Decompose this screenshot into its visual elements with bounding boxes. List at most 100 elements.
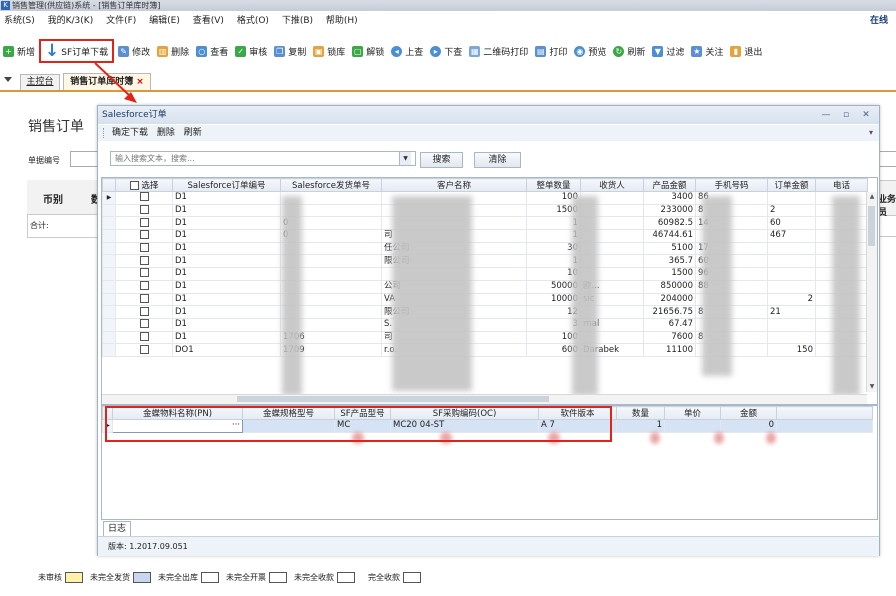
lookup-down-button[interactable]: ▸ 下查 xyxy=(427,40,465,62)
star-icon: ★ xyxy=(691,45,703,57)
edit-button[interactable]: ✎ 修改 xyxy=(115,40,153,62)
minimize-icon[interactable]: — xyxy=(819,106,833,124)
online-label[interactable]: 在线 xyxy=(870,13,888,30)
dialog-delete-button[interactable]: 删除 xyxy=(157,128,175,138)
row-checkbox[interactable] xyxy=(139,230,149,240)
window-title: 销售管理(供应链)系统 - [销售订单库时簿] xyxy=(12,1,161,10)
row-checkbox[interactable] xyxy=(139,255,149,265)
chevron-down-icon[interactable]: ▾ xyxy=(869,125,873,141)
lookup-up-button[interactable]: ◂ 上查 xyxy=(388,40,426,62)
search-input[interactable] xyxy=(110,151,416,166)
table-row[interactable]: D11706司10076008 xyxy=(102,330,868,345)
clear-button[interactable]: 清除 xyxy=(474,152,521,168)
row-checkbox[interactable] xyxy=(139,192,149,202)
unlock-icon: ▢ xyxy=(352,45,364,57)
refresh-button[interactable]: ↻ 刷新 xyxy=(610,40,648,62)
close-icon[interactable]: ✕ xyxy=(859,106,873,124)
col-select[interactable]: 选择 xyxy=(115,178,173,192)
table-row[interactable]: D1限公司1221656.75821 xyxy=(102,305,868,319)
col-mobile[interactable]: 手机号码 xyxy=(695,178,768,192)
legend-label: 未审核 xyxy=(38,573,62,582)
row-checkbox[interactable] xyxy=(139,268,149,278)
table-row[interactable]: DO11709r.o.600Darabek11100150 xyxy=(102,343,868,357)
scroll-up-icon[interactable]: ▲ xyxy=(867,192,877,202)
row-checkbox[interactable] xyxy=(139,306,149,316)
col-quantity[interactable]: 数量 xyxy=(616,406,665,420)
table-row[interactable]: D1限公司1365.760 xyxy=(102,254,868,269)
lock-button[interactable]: ▣ 锁库 xyxy=(310,40,348,62)
dialog-menu-bar: 确定下载 删除 刷新 ▾ xyxy=(98,125,879,141)
col-product-amount[interactable]: 产品金额 xyxy=(643,178,696,192)
menu-help[interactable]: 帮助(H) xyxy=(326,16,358,26)
menu-push[interactable]: 下推(B) xyxy=(282,16,313,26)
col-total-qty[interactable]: 整单数量 xyxy=(526,178,581,192)
tab-dropdown-icon[interactable] xyxy=(4,77,12,82)
tab-main-console[interactable]: 主控台 xyxy=(20,74,60,90)
new-button[interactable]: + 新增 xyxy=(0,40,38,62)
table-row[interactable]: D110150096 xyxy=(102,267,868,281)
menu-edit[interactable]: 编辑(E) xyxy=(149,16,180,26)
menu-format[interactable]: 格式(O) xyxy=(237,16,269,26)
maximize-icon[interactable]: ▫ xyxy=(839,106,853,124)
redaction-blur xyxy=(650,432,660,444)
menu-system[interactable]: 系统(S) xyxy=(4,16,35,26)
col-customer-name[interactable]: 客户名称 xyxy=(381,178,527,192)
table-row[interactable]: D10司146744.61467 xyxy=(102,229,868,243)
select-all-checkbox[interactable] xyxy=(129,181,139,190)
tab-sales-order-list[interactable]: 销售订单库时簿 × xyxy=(63,73,151,90)
col-sf-ship-no[interactable]: Salesforce发货单号 xyxy=(280,178,382,192)
delete-button[interactable]: ▥ 删除 xyxy=(154,40,192,62)
col-sf-order-no[interactable]: Salesforce订单编号 xyxy=(172,178,281,192)
table-row[interactable]: D10160982.51460 xyxy=(102,216,868,231)
audit-button[interactable]: ✓ 审核 xyxy=(232,40,270,62)
search-button[interactable]: 搜索 xyxy=(420,152,463,168)
row-checkbox[interactable] xyxy=(139,344,149,354)
grid-horizontal-scrollbar[interactable] xyxy=(102,394,867,404)
row-checkbox[interactable] xyxy=(139,293,149,303)
view-button[interactable]: ○ 查看 xyxy=(193,40,231,62)
search-dropdown-icon[interactable]: ▼ xyxy=(399,152,411,165)
grid-vertical-scrollbar[interactable]: ▲ ▼ xyxy=(866,192,877,392)
col-order-amount[interactable]: 订单金额 xyxy=(767,178,816,192)
table-row[interactable]: D1公司50000欧...85000088 xyxy=(102,279,868,294)
unlock-button[interactable]: ▢ 解锁 xyxy=(349,40,387,62)
table-row[interactable]: D1 1500 233000 8 2 xyxy=(102,203,868,218)
scroll-down-icon[interactable]: ▼ xyxy=(867,382,877,392)
menu-view[interactable]: 查看(V) xyxy=(193,16,224,26)
col-phone[interactable]: 电话 xyxy=(815,178,868,192)
menu-mykis[interactable]: 我的K/3(K) xyxy=(48,16,94,26)
exit-button[interactable]: ▮ 退出 xyxy=(727,40,765,62)
filter-button[interactable]: ▼ 过滤 xyxy=(649,40,687,62)
menu-file[interactable]: 文件(F) xyxy=(106,16,136,26)
legend-swatch xyxy=(133,572,151,583)
redaction-blur xyxy=(766,432,776,444)
table-row[interactable]: D1VA10000sic2040002 xyxy=(102,292,868,307)
table-row[interactable]: ▶D1100340086 xyxy=(102,191,868,205)
row-checkbox[interactable] xyxy=(139,217,149,227)
log-tab[interactable]: 日志 xyxy=(103,521,131,536)
doc-number-input[interactable] xyxy=(70,151,100,167)
row-checkbox[interactable] xyxy=(139,281,149,291)
qr-print-button[interactable]: ▦ 二维码打印 xyxy=(466,40,531,62)
dialog-title-bar[interactable]: Salesforce订单 — ▫ ✕ xyxy=(98,106,879,124)
col-amount[interactable]: 金额 xyxy=(720,406,777,420)
preview-button[interactable]: ◉ 预览 xyxy=(571,40,609,62)
h-scroll-thumb[interactable] xyxy=(237,396,549,402)
row-checkbox[interactable] xyxy=(139,205,149,215)
table-row[interactable]: D1S.3rnal67.47 xyxy=(102,317,868,332)
print-button[interactable]: ▤ 打印 xyxy=(532,40,570,62)
follow-button[interactable]: ★ 关注 xyxy=(688,40,726,62)
confirm-download-button[interactable]: 确定下载 xyxy=(112,128,148,138)
row-checkbox[interactable] xyxy=(139,319,149,329)
row-checkbox[interactable] xyxy=(139,243,149,253)
row-checkbox[interactable] xyxy=(139,332,149,341)
col-receiver[interactable]: 收货人 xyxy=(580,178,644,192)
sf-download-button[interactable]: ↓ SF订单下载 xyxy=(39,39,115,63)
table-row[interactable]: D1任公司30510017 xyxy=(102,241,868,256)
close-tab-icon[interactable]: × xyxy=(136,77,144,87)
col-unit-price[interactable]: 单价 xyxy=(664,406,721,420)
copy-button[interactable]: ❐ 复制 xyxy=(271,40,309,62)
dialog-refresh-button[interactable]: 刷新 xyxy=(184,128,202,138)
total-label: 合计: xyxy=(30,221,49,230)
scroll-thumb[interactable] xyxy=(868,206,875,246)
